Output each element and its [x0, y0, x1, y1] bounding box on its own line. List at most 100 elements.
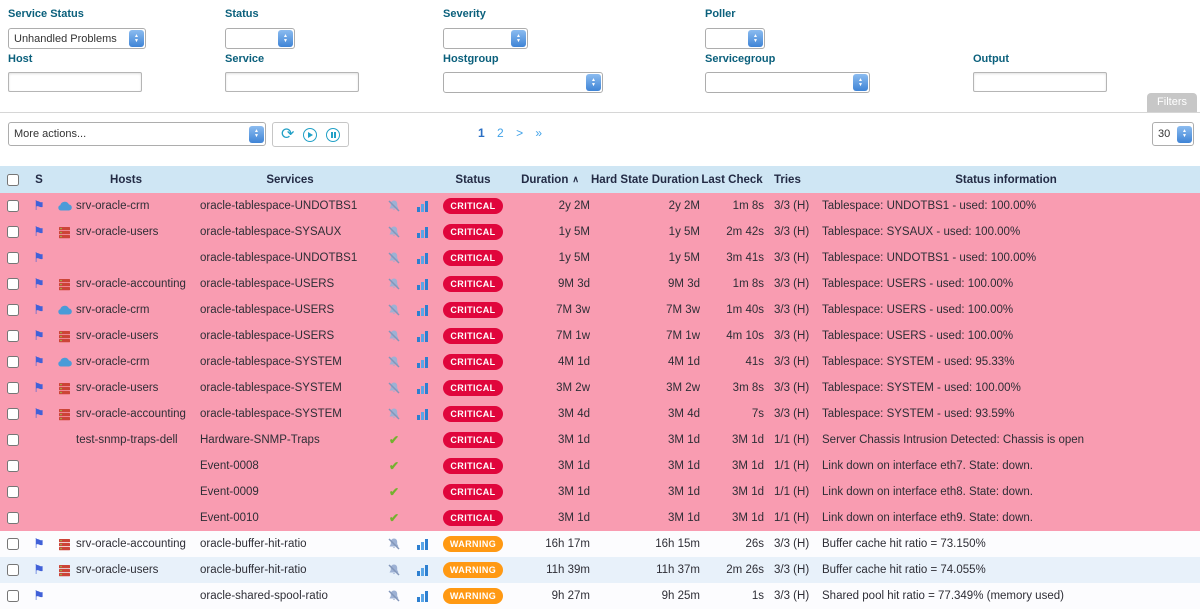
chart-icon[interactable] — [416, 408, 429, 421]
page-current[interactable]: 1 — [478, 126, 485, 140]
row-checkbox[interactable] — [7, 590, 19, 602]
page-last-link[interactable]: » — [535, 126, 542, 140]
service-link[interactable]: oracle-tablespace-SYSTEM — [200, 408, 380, 420]
host-link[interactable]: srv-oracle-crm — [76, 356, 200, 368]
host-link[interactable]: srv-oracle-accounting — [76, 538, 200, 550]
col-header-s[interactable]: S — [26, 174, 52, 186]
flag-icon[interactable]: ⚑ — [33, 536, 45, 551]
more-actions-value: More actions... — [9, 128, 248, 140]
chart-icon[interactable] — [416, 226, 429, 239]
chart-icon[interactable] — [416, 304, 429, 317]
host-link[interactable]: srv-oracle-users — [76, 330, 200, 342]
service-link[interactable]: oracle-tablespace-USERS — [200, 304, 380, 316]
row-checkbox[interactable] — [7, 434, 19, 446]
page-2-link[interactable]: 2 — [497, 126, 504, 140]
chart-icon[interactable] — [416, 252, 429, 265]
flag-icon[interactable]: ⚑ — [33, 224, 45, 239]
poller-select[interactable]: ▲▼ — [705, 28, 765, 49]
host-link[interactable]: srv-oracle-accounting — [76, 408, 200, 420]
row-checkbox[interactable] — [7, 564, 19, 576]
host-link[interactable]: srv-oracle-crm — [76, 200, 200, 212]
service-link[interactable]: oracle-tablespace-SYSTEM — [200, 356, 380, 368]
host-link[interactable]: test-snmp-traps-dell — [76, 434, 200, 446]
row-checkbox[interactable] — [7, 304, 19, 316]
service-link[interactable]: oracle-tablespace-UNDOTBS1 — [200, 200, 380, 212]
page-next-link[interactable]: > — [516, 126, 523, 140]
service-link[interactable]: Hardware-SNMP-Traps — [200, 434, 380, 446]
row-checkbox[interactable] — [7, 278, 19, 290]
row-checkbox[interactable] — [7, 538, 19, 550]
row-checkbox[interactable] — [7, 356, 19, 368]
chart-icon[interactable] — [416, 538, 429, 551]
row-checkbox[interactable] — [7, 512, 19, 524]
severity-select[interactable]: ▲▼ — [443, 28, 528, 49]
icon-cell — [408, 252, 436, 265]
col-header-tries[interactable]: Tries — [764, 174, 812, 186]
service-link[interactable]: oracle-tablespace-USERS — [200, 330, 380, 342]
service-link[interactable]: oracle-tablespace-SYSTEM — [200, 382, 380, 394]
row-checkbox[interactable] — [7, 330, 19, 342]
row-checkbox[interactable] — [7, 226, 19, 238]
service-link[interactable]: Event-0010 — [200, 512, 380, 524]
filters-button[interactable]: Filters — [1147, 93, 1197, 112]
chart-icon[interactable] — [416, 330, 429, 343]
chart-icon[interactable] — [416, 590, 429, 603]
host-link[interactable]: srv-oracle-users — [76, 226, 200, 238]
select-all-checkbox[interactable] — [7, 174, 19, 186]
host-input[interactable] — [8, 72, 142, 92]
chart-icon[interactable] — [416, 200, 429, 213]
flag-cell: ⚑ — [26, 354, 52, 370]
more-actions-select[interactable]: More actions... ▲▼ — [8, 122, 266, 146]
service-link[interactable]: oracle-tablespace-USERS — [200, 278, 380, 290]
row-select-cell — [0, 564, 26, 576]
chart-icon[interactable] — [416, 382, 429, 395]
flag-icon[interactable]: ⚑ — [33, 276, 45, 291]
servicegroup-select[interactable]: ▲▼ — [705, 72, 870, 93]
service-link[interactable]: Event-0009 — [200, 486, 380, 498]
flag-icon[interactable]: ⚑ — [33, 302, 45, 317]
col-header-services[interactable]: Services — [200, 174, 380, 186]
service-link[interactable]: oracle-buffer-hit-ratio — [200, 564, 380, 576]
pause-icon[interactable] — [326, 128, 340, 142]
chart-icon[interactable] — [416, 356, 429, 369]
row-checkbox[interactable] — [7, 460, 19, 472]
service-link[interactable]: oracle-tablespace-UNDOTBS1 — [200, 252, 380, 264]
service-status-select[interactable]: Unhandled Problems ▲▼ — [8, 28, 146, 49]
row-checkbox[interactable] — [7, 486, 19, 498]
row-checkbox[interactable] — [7, 408, 19, 420]
col-header-status[interactable]: Status — [436, 174, 510, 186]
flag-icon[interactable]: ⚑ — [33, 250, 45, 265]
service-link[interactable]: oracle-buffer-hit-ratio — [200, 538, 380, 550]
flag-icon[interactable]: ⚑ — [33, 588, 45, 603]
host-link[interactable]: srv-oracle-users — [76, 564, 200, 576]
host-link[interactable]: srv-oracle-users — [76, 382, 200, 394]
col-header-hosts[interactable]: Hosts — [52, 174, 200, 186]
play-icon[interactable] — [303, 128, 317, 142]
flag-icon[interactable]: ⚑ — [33, 380, 45, 395]
col-header-last-check[interactable]: Last Check — [700, 174, 764, 186]
flag-icon[interactable]: ⚑ — [33, 198, 45, 213]
page-size-select[interactable]: 30 ▲▼ — [1152, 122, 1194, 146]
row-checkbox[interactable] — [7, 382, 19, 394]
row-checkbox[interactable] — [7, 252, 19, 264]
service-link[interactable]: oracle-tablespace-SYSAUX — [200, 226, 380, 238]
col-header-hard-state-duration[interactable]: Hard State Duration — [590, 174, 700, 186]
flag-icon[interactable]: ⚑ — [33, 328, 45, 343]
output-input[interactable] — [973, 72, 1107, 92]
service-input[interactable] — [225, 72, 359, 92]
row-checkbox[interactable] — [7, 200, 19, 212]
chart-icon[interactable] — [416, 278, 429, 291]
refresh-icon[interactable]: ⟳ — [281, 128, 294, 142]
flag-icon[interactable]: ⚑ — [33, 562, 45, 577]
flag-icon[interactable]: ⚑ — [33, 354, 45, 369]
host-link[interactable]: srv-oracle-crm — [76, 304, 200, 316]
service-link[interactable]: oracle-shared-spool-ratio — [200, 590, 380, 602]
status-select[interactable]: ▲▼ — [225, 28, 295, 49]
service-link[interactable]: Event-0008 — [200, 460, 380, 472]
chart-icon[interactable] — [416, 564, 429, 577]
col-header-duration[interactable]: Duration∧ — [510, 174, 590, 186]
host-link[interactable]: srv-oracle-accounting — [76, 278, 200, 290]
flag-icon[interactable]: ⚑ — [33, 406, 45, 421]
col-header-status-information[interactable]: Status information — [812, 174, 1200, 186]
hostgroup-select[interactable]: ▲▼ — [443, 72, 603, 93]
